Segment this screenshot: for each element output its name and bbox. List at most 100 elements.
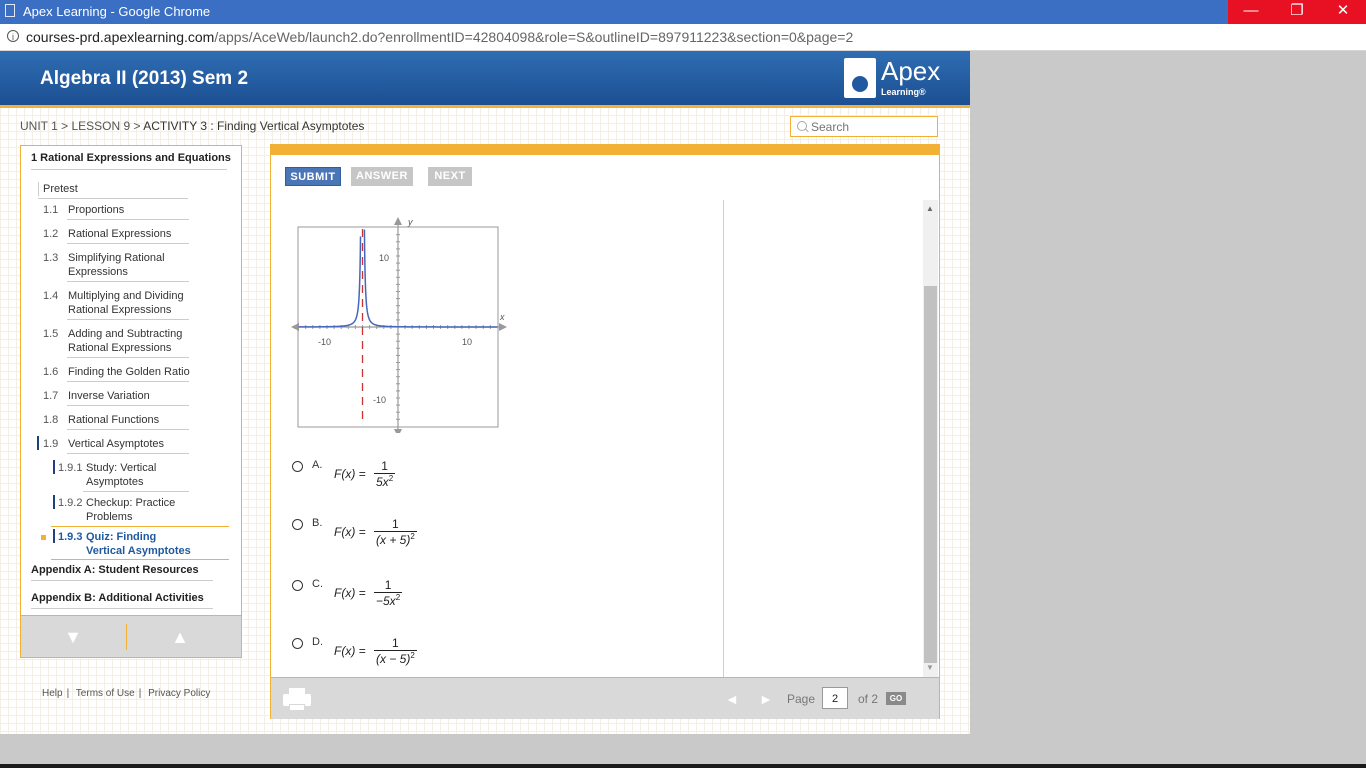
url-path: /apps/AceWeb/launch2.do?enrollmentID=428… — [214, 29, 854, 45]
item-number: 1.2 — [43, 228, 59, 240]
go-button[interactable]: GO — [886, 692, 906, 705]
x-axis-label: x — [499, 312, 505, 322]
address-bar[interactable]: i courses-prd.apexlearning.com/apps/AceW… — [0, 24, 1366, 51]
radio-button-d[interactable] — [292, 638, 303, 649]
terms-link[interactable]: Terms of Use — [76, 688, 135, 699]
option-fraction: 1 (x − 5)2 — [374, 636, 417, 666]
current-marker-icon — [53, 529, 55, 543]
divider — [38, 182, 39, 196]
exponent: 2 — [410, 651, 415, 660]
breadcrumb-unit[interactable]: UNIT 1 — [20, 119, 58, 133]
privacy-link[interactable]: Privacy Policy — [148, 688, 210, 699]
item-number: 1.7 — [43, 390, 59, 402]
panel-top-band — [271, 145, 939, 155]
content-scrollbar[interactable]: ▲ ▼ — [923, 200, 938, 677]
apex-logo[interactable]: Apex Learning® — [844, 56, 940, 100]
next-page-arrow-icon[interactable]: ► — [759, 691, 773, 707]
denominator-base: −5x — [376, 594, 396, 608]
current-marker-icon — [53, 495, 55, 509]
numerator: 1 — [381, 459, 388, 473]
url-host: courses-prd.apexlearning.com — [26, 29, 215, 45]
divider — [83, 491, 189, 492]
item-label: Rational Expressions — [68, 228, 172, 240]
denominator: (x + 5)2 — [374, 532, 417, 547]
search-input[interactable] — [811, 119, 931, 134]
breadcrumb-lesson[interactable]: LESSON 9 — [71, 119, 130, 133]
sidebar-item-pretest[interactable]: Pretest — [43, 182, 78, 196]
exponent: 2 — [410, 532, 415, 541]
quiz-panel: SUBMIT ANSWER NEXT y x 10 -10 -10 10 A. … — [270, 144, 940, 719]
page-label: Page — [787, 692, 816, 706]
y-tick-label-top: 10 — [379, 253, 389, 263]
outline-section-title[interactable]: 1 Rational Expressions and Equations — [31, 152, 231, 164]
breadcrumb: UNIT 1 > LESSON 9 > ACTIVITY 3 : Finding… — [20, 119, 364, 133]
item-label: Inverse Variation — [68, 390, 150, 402]
divider — [67, 281, 189, 282]
option-fraction: 1 (x + 5)2 — [374, 517, 417, 547]
next-button[interactable]: NEXT — [428, 167, 472, 186]
sidebar-appendix-a[interactable]: Appendix A: Student Resources — [31, 564, 199, 576]
divider — [38, 198, 188, 199]
divider — [31, 580, 213, 581]
scroll-up-arrow-icon[interactable]: ▲ — [926, 204, 934, 213]
window-title: Apex Learning - Google Chrome — [23, 4, 211, 19]
denominator-base: 5x — [376, 475, 389, 489]
panel-divider — [723, 200, 724, 677]
option-letter: B. — [312, 517, 323, 529]
y-tick-label-bottom: -10 — [373, 395, 386, 405]
radio-button-b[interactable] — [292, 519, 303, 530]
x-tick-label-left: -10 — [318, 337, 331, 347]
denominator-base: (x + 5) — [376, 533, 411, 547]
footer-links: Help | Terms of Use | Privacy Policy — [42, 688, 214, 699]
page-number-input[interactable]: 2 — [822, 687, 848, 709]
close-window-button[interactable]: ✕ — [1320, 0, 1366, 24]
divider — [31, 169, 227, 170]
print-icon[interactable] — [283, 687, 311, 711]
y-axis-down-arrow-icon — [394, 429, 402, 433]
item-label: Proportions — [68, 204, 125, 216]
divider — [67, 453, 189, 454]
answer-button[interactable]: ANSWER — [351, 167, 413, 186]
divider — [67, 243, 189, 244]
item-number: 1.6 — [43, 366, 59, 378]
taskbar-strip — [0, 764, 1366, 768]
search-box[interactable] — [790, 116, 938, 137]
option-letter: A. — [312, 459, 323, 471]
minimize-button[interactable]: — — [1228, 0, 1274, 24]
breadcrumb-separator: > — [130, 119, 144, 133]
prev-page-arrow-icon[interactable]: ◄ — [725, 691, 739, 707]
footer-separator: | — [138, 688, 142, 699]
item-label: Rational Functions — [68, 414, 160, 426]
numerator: 1 — [392, 517, 399, 531]
restore-button[interactable]: ❐ — [1274, 0, 1320, 24]
scrollbar-thumb[interactable] — [924, 286, 937, 663]
item-number: 1.9 — [43, 438, 59, 450]
item-number: 1.4 — [43, 290, 59, 302]
radio-button-a[interactable] — [292, 461, 303, 472]
apex-app: Algebra II (2013) Sem 2 Apex Learning® U… — [0, 51, 970, 734]
scroll-up-icon[interactable]: ▲ — [160, 624, 200, 650]
item-number: 1.9.2 — [58, 497, 83, 509]
url-text[interactable]: courses-prd.apexlearning.com/apps/AceWeb… — [26, 29, 853, 45]
help-link[interactable]: Help — [42, 688, 63, 699]
x-axis-left-arrow-icon — [291, 323, 299, 331]
option-fraction: 1 −5x2 — [374, 578, 403, 608]
site-info-icon[interactable]: i — [7, 30, 19, 42]
option-fx: F(x) = — [334, 586, 366, 600]
divider — [67, 219, 189, 220]
y-axis-label: y — [407, 217, 413, 227]
browser-titlebar: Apex Learning - Google Chrome — ❐ ✕ — [0, 0, 1366, 24]
apex-logo-sub: Learning® — [881, 87, 926, 97]
page-icon — [5, 4, 15, 17]
divider — [67, 357, 189, 358]
option-letter: C. — [312, 578, 323, 590]
numerator: 1 — [384, 578, 392, 592]
sidebar-appendix-b[interactable]: Appendix B: Additional Activities — [31, 592, 204, 604]
option-fx: F(x) = — [334, 644, 366, 658]
radio-button-c[interactable] — [292, 580, 303, 591]
scroll-down-icon[interactable]: ▼ — [53, 624, 93, 650]
scroll-down-arrow-icon[interactable]: ▼ — [926, 663, 934, 672]
item-number: 1.8 — [43, 414, 59, 426]
denominator-base: (x − 5) — [376, 652, 411, 666]
submit-button[interactable]: SUBMIT — [285, 167, 341, 186]
